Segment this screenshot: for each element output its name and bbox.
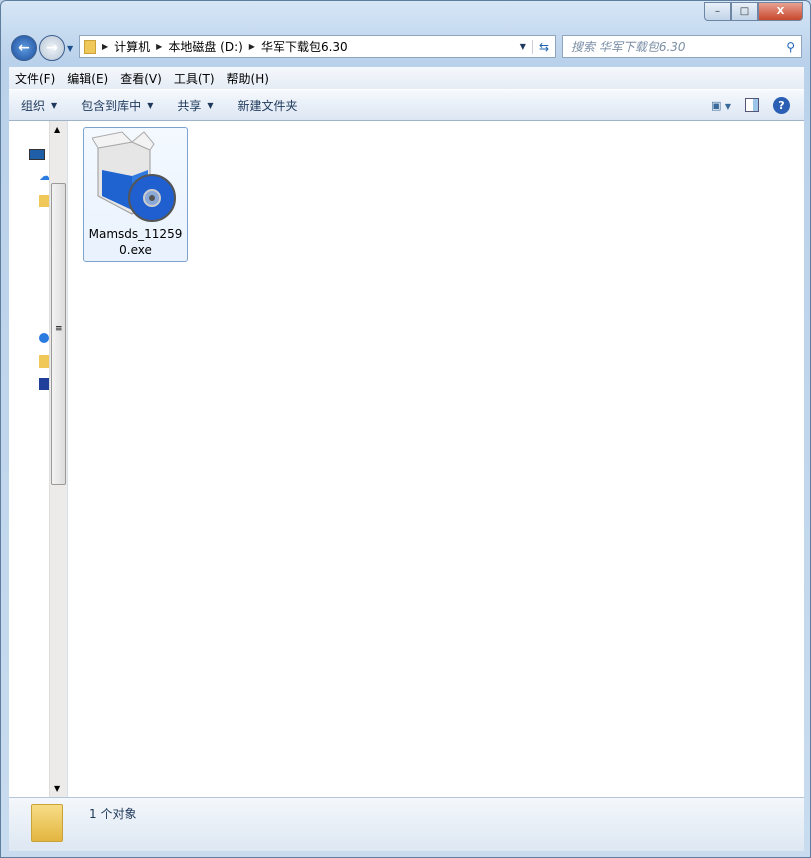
forward-button[interactable]: → [39,35,65,61]
network-icon[interactable] [39,333,49,343]
menu-file[interactable]: 文件(F) [9,70,61,87]
search-placeholder: 搜索 华军下载包6.30 [571,40,686,54]
command-bar: 组织 ▼ 包含到库中 ▼ 共享 ▼ 新建文件夹 ▣ ▼ ? [9,89,804,121]
pane-splitter[interactable] [67,121,68,797]
preview-pane-icon[interactable] [745,98,759,112]
item-count: 1 个对象 [89,807,137,821]
folder-icon [31,804,63,842]
content-area: ☁ ▲ ≡ ▼ Mamsds_11259 0.exe [9,121,804,797]
close-button[interactable]: X [758,2,803,21]
background-blur [56,11,356,33]
menu-edit[interactable]: 编辑(E) [61,70,114,87]
navigation-pane: ☁ [9,121,49,797]
refresh-icon[interactable]: ⇆ [531,39,555,54]
breadcrumb-folder[interactable]: 华军下载包6.30 [261,38,348,55]
address-dropdown-icon[interactable]: ▼ [514,42,532,51]
explorer-window: – □ X ← → ▼ ▶ 计算机 ▶ 本地磁盘 (D:) ▶ 华军下载包6.30 ▼… [0,0,811,858]
search-input[interactable]: 搜索 华军下载包6.30 ⚲ [562,35,802,58]
back-button[interactable]: ← [11,35,37,61]
scroll-down-arrow[interactable]: ▼ [54,784,60,793]
share-button[interactable]: 共享 ▼ [165,97,225,114]
menu-tools[interactable]: 工具(T) [168,70,221,87]
breadcrumb-computer[interactable]: 计算机 [114,38,150,55]
organize-button[interactable]: 组织 ▼ [9,97,69,114]
cloud-icon[interactable]: ☁ [39,169,49,183]
status-bar: 1 个对象 [9,797,804,851]
computer-icon[interactable] [39,378,49,390]
nav-scrollbar[interactable]: ▲ ≡ ▼ [49,121,67,797]
menu-view[interactable]: 查看(V) [114,70,168,87]
desktop-icon[interactable] [29,149,45,160]
new-folder-button[interactable]: 新建文件夹 [226,97,310,114]
folder-icon[interactable] [39,355,49,368]
menu-bar: 文件(F) 编辑(E) 查看(V) 工具(T) 帮助(H) [9,67,804,89]
scroll-thumb[interactable]: ≡ [51,183,66,485]
file-item[interactable]: Mamsds_11259 0.exe [83,127,188,262]
file-name: Mamsds_11259 0.exe [88,227,183,257]
scroll-up-arrow[interactable]: ▲ [54,125,60,134]
window-controls: – □ X [704,2,803,21]
recent-pages-dropdown-icon[interactable]: ▼ [67,44,73,53]
address-bar[interactable]: ▶ 计算机 ▶ 本地磁盘 (D:) ▶ 华军下载包6.30 ▼ ⇆ [79,35,556,58]
folder-icon [84,39,96,54]
change-view-icon[interactable]: ▣ ▼ [711,99,731,112]
libraries-icon[interactable] [39,195,49,207]
breadcrumb-drive-d[interactable]: 本地磁盘 (D:) [168,38,242,55]
search-icon[interactable]: ⚲ [786,40,795,54]
menu-help[interactable]: 帮助(H) [221,70,275,87]
help-icon[interactable]: ? [773,96,790,114]
maximize-button[interactable]: □ [731,2,758,21]
nav-buttons: ← → ▼ [11,35,73,61]
include-in-library-button[interactable]: 包含到库中 ▼ [69,97,165,114]
minimize-button[interactable]: – [704,2,731,21]
installer-box-cd-icon [92,131,176,222]
